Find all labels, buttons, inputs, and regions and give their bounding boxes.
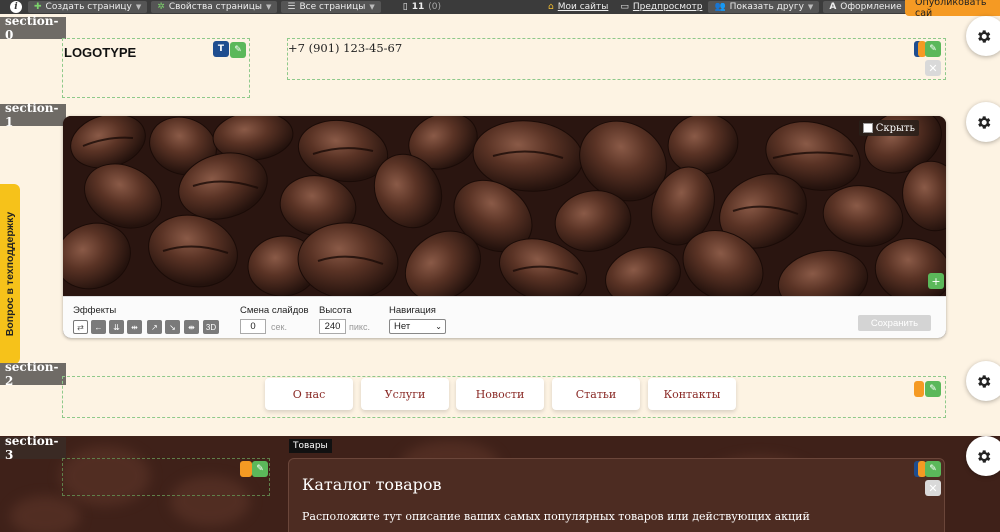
catalog-title: Каталог товаров [302,475,442,494]
left-empty-block[interactable] [62,458,270,496]
image-slider[interactable]: Скрыть + Эффекты ⇄ ← ⇊ ⇹ ↗ ↘ ⇼ 3D Смена … [63,116,946,338]
effect-3d-button[interactable]: 3D [203,320,219,334]
pencil-icon: ✎ [929,44,937,54]
split-icon: ⇹ [131,322,138,332]
page-icon: ▯ [402,2,408,12]
section-label-3: section-3 [0,434,66,462]
height-label: Высота [319,305,352,316]
orange-tab-marker [240,461,252,477]
gear-icon [978,29,991,43]
effect-slide-left-button[interactable]: ← [91,320,106,334]
gear-icon [978,115,991,129]
close-icon: ✕ [928,61,938,75]
page-properties-dropdown[interactable]: ✲ Свойства страницы ▼ [151,1,278,13]
goods-tag: Товары [289,439,332,453]
text-style-button[interactable]: T [213,41,229,57]
caret-down-icon: ▼ [369,3,375,11]
caret-down-icon: ▼ [807,3,814,11]
nav-item-services[interactable]: Услуги [361,378,449,410]
arrow-left-icon: ← [94,322,103,332]
effect-slide-down-button[interactable]: ⇊ [109,320,124,334]
edit-left-block-button[interactable]: ✎ [252,461,268,477]
preview-link[interactable]: ▭ Предпросмотр [614,0,708,14]
settings-icon: ✲ [157,2,165,12]
close-icon: ✕ [928,481,938,495]
effect-diagonal-up-button[interactable]: ↗ [147,320,162,334]
gear-icon [978,449,991,463]
users-icon: 👥 [714,2,726,12]
design-dropdown[interactable]: A Оформление ▼ [823,1,918,13]
pencil-icon: ✎ [256,464,264,474]
orange-tab-marker [914,381,924,397]
section-2-settings-button[interactable] [966,361,1000,401]
create-page-dropdown[interactable]: ✚ Создать страницу ▼ [28,1,148,13]
delete-catalog-button[interactable]: ✕ [925,480,941,496]
save-slider-button[interactable]: Сохранить [858,315,931,331]
list-icon: ☰ [287,2,296,12]
effect-diagonal-down-button[interactable]: ↘ [165,320,180,334]
cycle-icon: ⇄ [77,322,84,332]
section-1-settings-button[interactable] [966,102,1000,142]
slide-change-input[interactable]: 0 [240,319,266,334]
home-icon: ⌂ [548,2,554,12]
arrow-up-right-icon: ↗ [151,322,158,332]
pages-counter[interactable]: ▯ 11 (0) [397,0,447,14]
chevron-down-icon: ⌄ [435,322,442,331]
section-label-0: section-0 [0,14,66,42]
slider-settings-panel: Эффекты ⇄ ← ⇊ ⇹ ↗ ↘ ⇼ 3D Смена слайдов 0… [63,296,946,338]
section-0-settings-button[interactable] [966,16,1000,56]
catalog-description: Расположите тут описание ваших самых поп… [302,510,810,523]
checkbox[interactable] [862,123,873,133]
publish-site-button[interactable]: Опубликовать сай [905,0,1000,19]
monitor-icon: ▭ [620,2,629,12]
nav-item-contacts[interactable]: Контакты [648,378,736,410]
show-friend-dropdown[interactable]: 👥 Показать другу ▼ [708,1,820,13]
logotype: LOGOTYPE [64,45,137,60]
plus-icon: ✚ [34,2,42,12]
arrow-down-right-icon: ↘ [169,322,176,332]
arrows-down-icon: ⇊ [113,322,120,332]
nav-item-news[interactable]: Новости [456,378,544,410]
edit-phone-button[interactable]: ✎ [925,41,941,57]
delete-phone-button[interactable]: ✕ [925,60,941,76]
pencil-icon: ✎ [929,384,937,394]
gear-icon [978,374,991,388]
navigation-select[interactable]: Нет ⌄ [389,319,446,334]
section-3-settings-button[interactable] [966,436,1000,476]
edit-catalog-button[interactable]: ✎ [925,461,941,477]
section-label-1: section-1 [0,101,66,129]
slide-change-label: Смена слайдов [240,305,309,316]
coffee-beans-image [63,116,946,296]
add-slide-button[interactable]: + [928,273,944,289]
phone-number: +7 (901) 123-45-67 [288,41,403,55]
caret-down-icon: ▼ [266,3,272,11]
navigation-label: Навигация [389,305,436,316]
catalog-block[interactable]: Каталог товаров Расположите тут описание… [288,458,945,532]
merge-icon: ⇼ [188,322,195,332]
my-sites-link[interactable]: ⌂ Мои сайты [542,0,614,14]
edit-menu-button[interactable]: ✎ [925,381,941,397]
effect-none-button[interactable]: ⇄ [73,320,88,334]
all-pages-dropdown[interactable]: ☰ Все страницы ▼ [281,1,381,13]
support-tab[interactable]: Вопрос в техподдержку [0,184,20,364]
font-icon: A [829,2,837,12]
height-input[interactable]: 240 [319,319,346,334]
slide-change-unit: сек. [271,322,287,332]
effect-merge-button[interactable]: ⇼ [184,320,199,334]
nav-item-articles[interactable]: Статьи [552,378,640,410]
info-button[interactable]: i [0,0,28,14]
caret-down-icon: ▼ [135,3,142,11]
info-icon: i [10,1,22,13]
effect-split-button[interactable]: ⇹ [127,320,142,334]
section-label-2: section-2 [0,360,66,388]
pencil-icon: ✎ [234,45,242,55]
edit-logo-button[interactable]: ✎ [230,42,246,58]
height-unit: пикс. [349,322,370,332]
pencil-icon: ✎ [929,464,937,474]
plus-icon: + [931,274,941,288]
hide-slider-toggle[interactable]: Скрыть [858,120,919,136]
effects-label: Эффекты [73,305,117,316]
top-toolbar: i ✚ Создать страницу ▼ ✲ Свойства страни… [0,0,1000,14]
nav-item-about[interactable]: О нас [265,378,353,410]
